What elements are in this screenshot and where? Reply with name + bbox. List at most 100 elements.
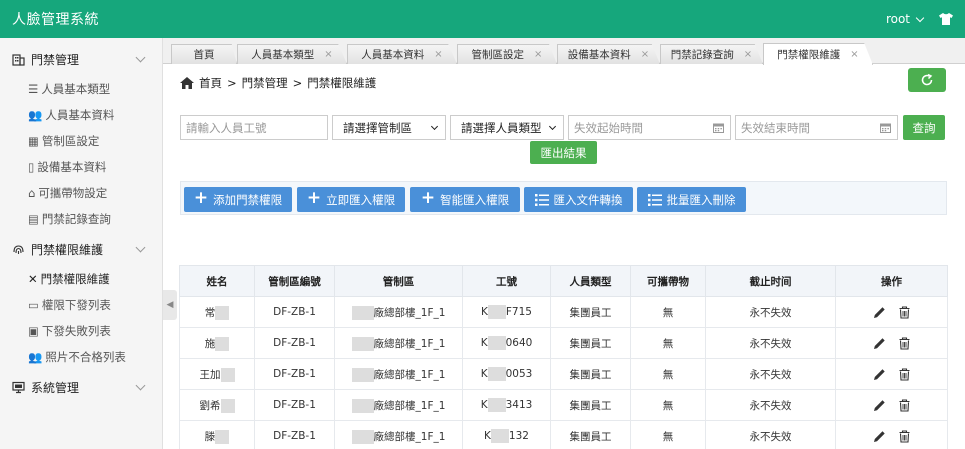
sidebar-item-person-type[interactable]: ☰ 人員基本類型: [0, 76, 162, 102]
close-icon[interactable]: ×: [534, 49, 542, 60]
area-select[interactable]: 請選擇管制區: [332, 115, 446, 140]
table-row: 滕 DF-ZB-1 廠總部樓_1F_1 K 132 集團員工無永不失效: [179, 420, 948, 449]
cell-name: 劉希: [179, 389, 255, 421]
cell-operations: [835, 389, 948, 421]
trash-icon[interactable]: [898, 429, 911, 443]
column-header: 可攜帶物: [630, 265, 706, 297]
sidebar-item-area-setting[interactable]: ▦ 管制區設定: [0, 128, 162, 154]
tab-access-log[interactable]: 門禁記錄查詢 ×: [660, 44, 763, 64]
cell-area: 廠總部樓_1F_1: [334, 296, 463, 328]
cell-operations: [835, 358, 948, 390]
theme-shirt-icon[interactable]: [939, 13, 953, 25]
tab-person-info[interactable]: 人員基本資料 ×: [347, 44, 457, 64]
sidebar-collapse-toggle[interactable]: ◀: [163, 290, 177, 320]
user-menu[interactable]: root: [886, 12, 925, 26]
close-icon[interactable]: ×: [641, 49, 649, 60]
close-icon[interactable]: ×: [324, 49, 332, 60]
employee-id-input[interactable]: [186, 120, 327, 135]
list-ordered-icon: [534, 193, 549, 206]
employee-id-field[interactable]: [180, 115, 328, 140]
cell-deadline: 永不失效: [705, 296, 836, 328]
cell-name: 王加: [179, 358, 255, 390]
action-toolbar: + 添加門禁權限 + 立即匯入權限 + 智能匯入權限 匯入文件轉換 批量匯入刪除: [180, 181, 947, 215]
edit-pencil-icon[interactable]: [873, 337, 886, 350]
sidebar: 門禁管理 ☰ 人員基本類型 👥 人員基本資料 ▦ 管制區設定 ▯ 設備基本資料 ⌂ 可攜帶…: [0, 38, 163, 449]
calendar-icon[interactable]: [880, 123, 891, 133]
column-header: 姓名: [179, 265, 255, 297]
cell-employee-id: K F715: [462, 296, 551, 328]
edit-pencil-icon[interactable]: [873, 306, 886, 319]
calendar-icon[interactable]: [713, 123, 724, 133]
sidebar-group-permission[interactable]: 門禁權限維護: [0, 232, 162, 266]
sidebar-item-dispatch-list[interactable]: ▭ 權限下發列表: [0, 292, 162, 318]
sidebar-group-label: 系統管理: [31, 380, 80, 395]
sidebar-item-access-log[interactable]: ▤ 門禁記錄查詢: [0, 206, 162, 232]
cell-name: 滕: [179, 420, 255, 449]
cell-employee-id: K 3413: [462, 389, 551, 421]
tab-area-setting[interactable]: 管制區設定 ×: [457, 44, 557, 64]
sidebar-group-system[interactable]: 系統管理: [0, 370, 162, 404]
trash-icon[interactable]: [898, 398, 911, 412]
redacted-block: [487, 398, 506, 412]
redacted-block: [215, 305, 230, 320]
tab-permission-maintain[interactable]: 門禁權限維護 ×: [763, 43, 873, 65]
cell-name: 施: [179, 327, 255, 359]
log-icon: ▤: [28, 212, 39, 226]
end-time-input[interactable]: [741, 120, 897, 135]
sidebar-item-device-info[interactable]: ▯ 設備基本資料: [0, 154, 162, 180]
tab-person-type[interactable]: 人員基本類型 ×: [237, 44, 347, 64]
person-type-select[interactable]: 請選擇人員類型: [450, 115, 564, 140]
export-results-button[interactable]: 匯出結果: [530, 141, 597, 164]
tab-home[interactable]: 首頁: [171, 44, 237, 64]
sidebar-item-permission-maintain[interactable]: ✕ 門禁權限維護: [0, 266, 162, 292]
end-time-field[interactable]: [735, 115, 898, 140]
add-permission-button[interactable]: + 添加門禁權限: [184, 187, 292, 212]
column-header: 操作: [835, 265, 948, 297]
cell-employee-id: K 132: [462, 420, 551, 449]
plus-icon: +: [306, 188, 322, 208]
close-icon[interactable]: ×: [434, 49, 442, 60]
redacted-block: [487, 305, 506, 319]
edit-pencil-icon[interactable]: [873, 430, 886, 443]
sidebar-group-label: 門禁權限維護: [31, 242, 104, 257]
cell-carry-item: 無: [630, 420, 706, 449]
breadcrumb-section[interactable]: 門禁管理: [242, 75, 288, 91]
start-time-field[interactable]: [568, 115, 731, 140]
smart-import-button[interactable]: + 智能匯入權限: [410, 187, 520, 212]
edit-pencil-icon[interactable]: [873, 368, 886, 381]
redacted-block: [490, 429, 509, 443]
table-row: 常 DF-ZB-1 廠總部樓_1F_1 K F715 集團員工無永不失效: [179, 296, 948, 328]
close-icon[interactable]: ×: [744, 49, 752, 60]
building-icon: [12, 53, 25, 66]
cell-area: 廠總部樓_1F_1: [334, 327, 463, 359]
start-time-input[interactable]: [574, 120, 730, 135]
sidebar-item-photo-invalid[interactable]: 👥 照片不合格列表: [0, 344, 162, 370]
batch-import-delete-button[interactable]: 批量匯入刪除: [637, 187, 746, 212]
query-button[interactable]: 查詢: [903, 115, 945, 140]
close-icon[interactable]: ×: [850, 49, 858, 60]
chevron-down-icon: [548, 122, 557, 130]
plus-icon: +: [193, 188, 209, 208]
trash-icon[interactable]: [898, 305, 911, 319]
edit-pencil-icon[interactable]: [873, 399, 886, 412]
breadcrumb-home[interactable]: 首頁: [199, 75, 222, 91]
sidebar-item-carry-setting[interactable]: ⌂ 可攜帶物設定: [0, 180, 162, 206]
sidebar-item-failed-list[interactable]: ▣ 下發失敗列表: [0, 318, 162, 344]
cell-area-code: DF-ZB-1: [254, 358, 335, 390]
tab-device-info[interactable]: 設備基本資料 ×: [557, 44, 660, 64]
cell-carry-item: 無: [630, 296, 706, 328]
chevron-down-icon: [915, 13, 925, 22]
window-icon: ▣: [28, 324, 39, 338]
column-header: 人員類型: [550, 265, 631, 297]
import-now-button[interactable]: + 立即匯入權限: [297, 187, 405, 212]
cell-operations: [835, 327, 948, 359]
trash-icon[interactable]: [898, 367, 911, 381]
plus-icon: +: [420, 188, 436, 208]
sidebar-item-person-info[interactable]: 👥 人員基本資料: [0, 102, 162, 128]
cell-operations: [835, 420, 948, 449]
trash-icon[interactable]: [898, 336, 911, 350]
import-file-convert-button[interactable]: 匯入文件轉換: [524, 187, 633, 212]
home-icon: [180, 77, 194, 89]
sidebar-group-access[interactable]: 門禁管理: [0, 42, 162, 76]
refresh-button[interactable]: [908, 68, 946, 92]
